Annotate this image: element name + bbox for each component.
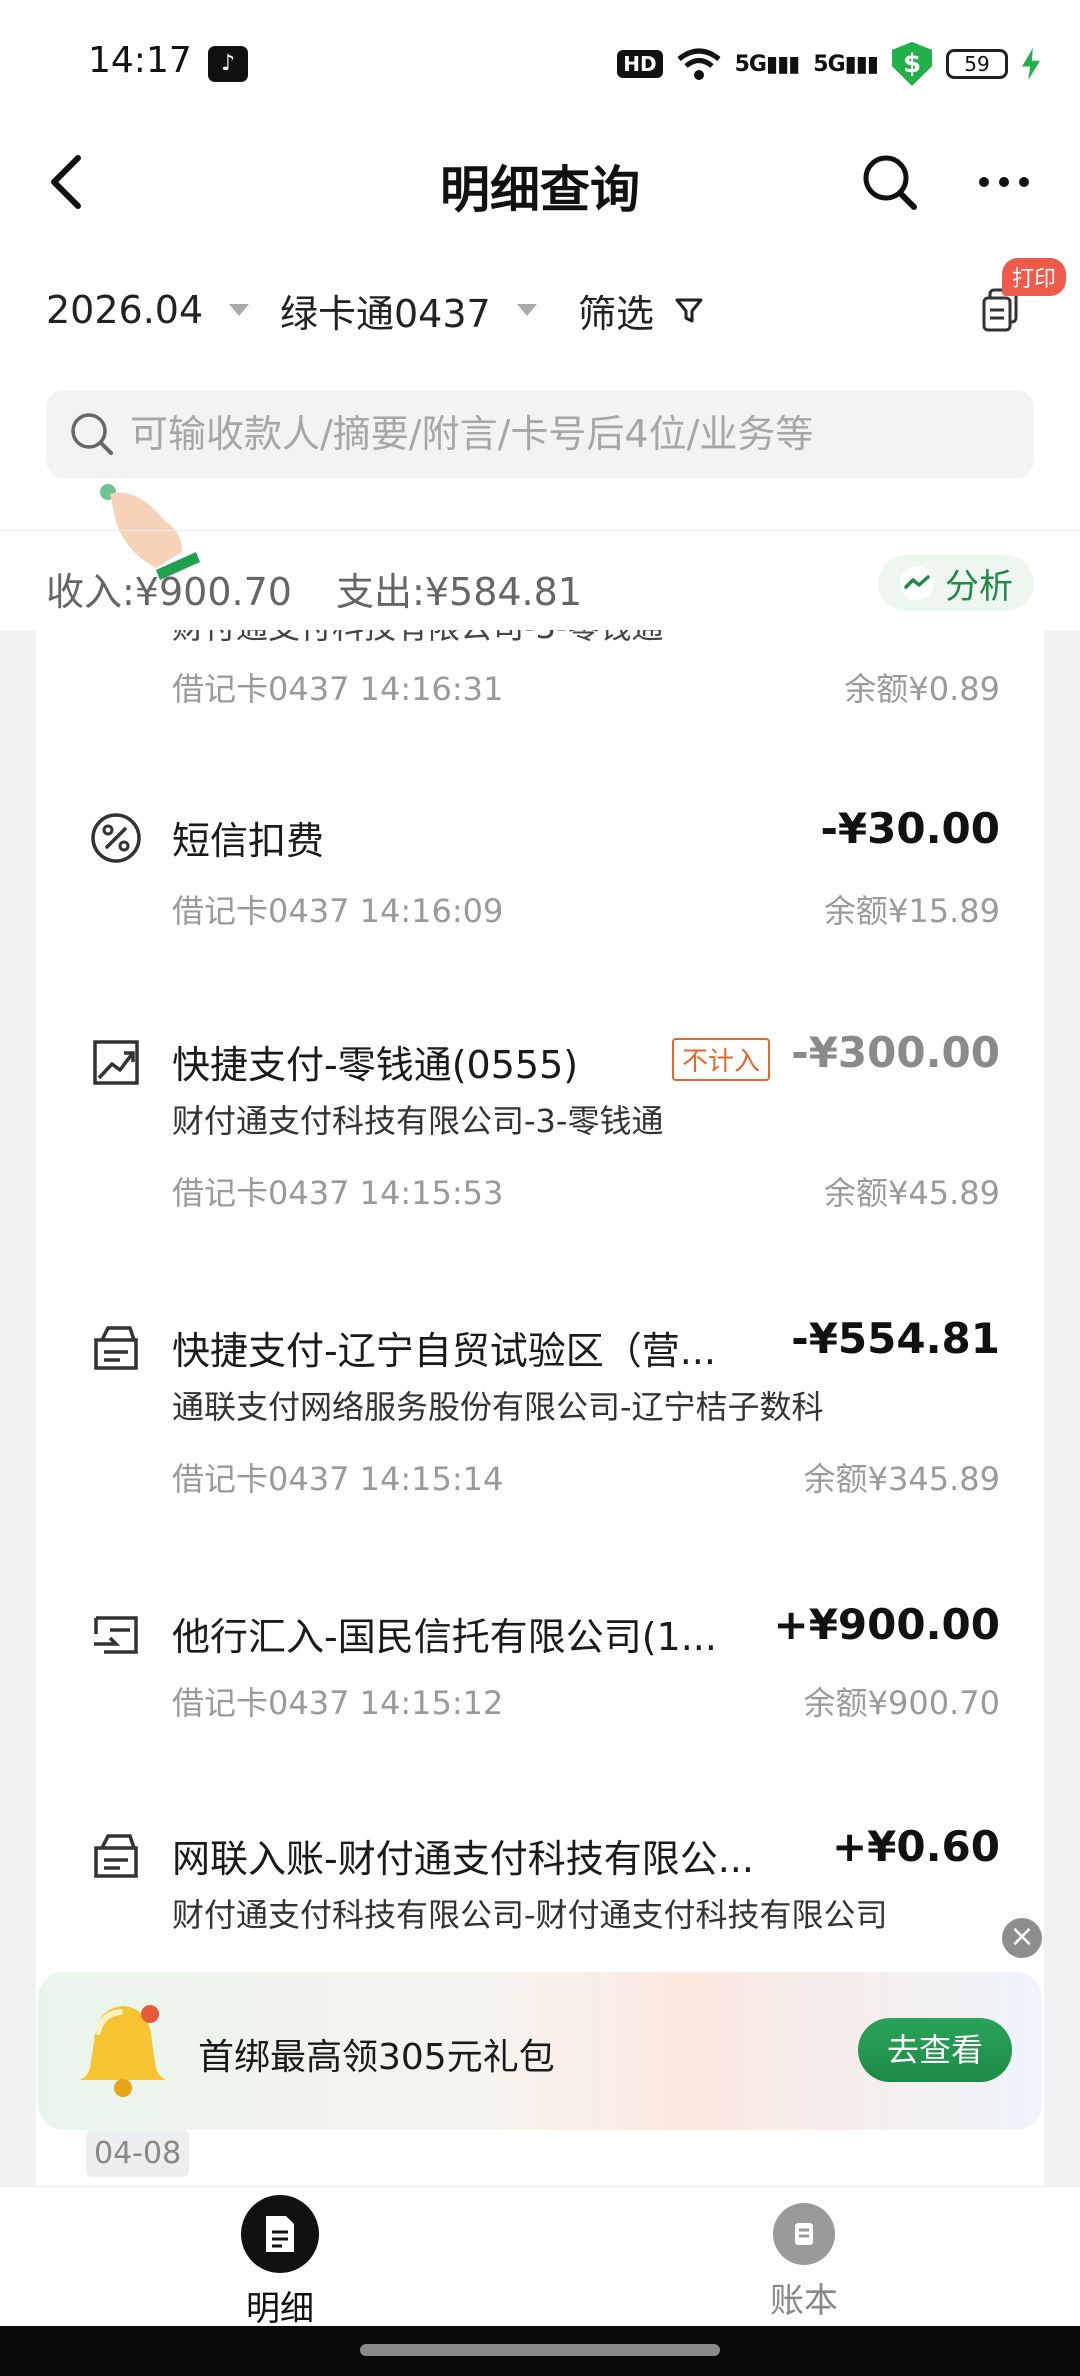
transaction-meta: 借记卡0437 14:15:14	[172, 1460, 504, 1498]
filter-button[interactable]: 筛选	[578, 270, 704, 350]
transaction-balance: 余额¥0.89	[844, 670, 1000, 708]
transaction-amount: -¥554.81	[791, 1314, 1000, 1363]
account-selector[interactable]: 绿卡通0437	[280, 270, 537, 350]
account-label: 绿卡通0437	[280, 291, 491, 336]
expense-total: 支出:¥584.81	[336, 570, 582, 614]
signal-icon-1: 5G▮▮▮	[734, 51, 801, 77]
month-label: 2026.04	[46, 288, 204, 332]
shield-icon: $	[892, 42, 932, 86]
transaction-title: 快捷支付-零钱通(0555)	[172, 1043, 579, 1087]
analysis-button[interactable]: 分析	[878, 555, 1034, 611]
tab-ledger-label: 账本	[770, 2281, 838, 2321]
transaction-amount: +¥0.60	[831, 1822, 1000, 1871]
transfer-in-icon	[94, 1616, 138, 1654]
header: 明细查询 2026.04 绿卡通0437 筛选 打印 可输收款人/摘要/附言/卡…	[0, 120, 1080, 630]
bottom-nav: 明细 账本	[0, 2186, 1080, 2329]
search-icon	[71, 413, 113, 455]
promo-banner[interactable]: 首绑最高领305元礼包 去查看	[38, 1972, 1042, 2130]
tab-detail[interactable]: 明细	[180, 2187, 380, 2329]
search-icon[interactable]	[860, 150, 920, 214]
register-icon	[94, 1326, 138, 1370]
status-bar: 14:17 ♪ HD 5G▮▮▮ 5G▮▮▮ $ 59	[0, 0, 1080, 120]
signal-icon-2: 5G▮▮▮	[813, 51, 879, 77]
transaction-amount: -¥300.00	[791, 1028, 1000, 1077]
date-header: 04-08	[86, 2130, 190, 2177]
bolt-icon	[1022, 48, 1040, 80]
transaction-amount: -¥30.00	[820, 804, 1000, 853]
transaction-meta: 借记卡0437 14:15:53	[172, 1174, 504, 1212]
transaction-counterparty: 财付通支付科技有限公司-3-零钱通	[172, 1102, 664, 1140]
trend-chart-icon	[93, 1040, 139, 1085]
filter-row: 2026.04 绿卡通0437 筛选 打印	[0, 258, 1080, 580]
status-icons: HD 5G▮▮▮ 5G▮▮▮ $ 59	[617, 42, 1040, 86]
transaction-list: 财付通支付科技有限公司-3-零钱通 借记卡0437 14:16:31 余额¥0.…	[36, 630, 1044, 2190]
transaction-amount: +¥900.00	[773, 1600, 1001, 1649]
filter-label: 筛选	[578, 291, 655, 336]
transaction-balance: 余额¥15.89	[824, 892, 1000, 930]
search-bar[interactable]	[46, 390, 1034, 478]
document-icon	[241, 2195, 319, 2273]
chevron-down-icon	[516, 304, 537, 316]
tab-detail-label: 明细	[246, 2289, 314, 2329]
month-selector[interactable]: 2026.04	[46, 270, 250, 350]
tab-ledger[interactable]: 账本	[704, 2187, 904, 2327]
transaction-title: 快捷支付-辽宁自贸试验区（营...	[172, 1329, 716, 1373]
more-options-icon[interactable]	[976, 150, 1032, 214]
transaction-balance: 余额¥45.89	[824, 1174, 1000, 1212]
status-time: 14:17	[88, 40, 192, 81]
close-promo-button[interactable]: ×	[1002, 1918, 1042, 1958]
transaction-counterparty: 财付通支付科技有限公司-3-零钱通	[172, 630, 663, 648]
transaction-title: 他行汇入-国民信托有限公司(1...	[172, 1615, 717, 1659]
transaction-meta: 借记卡0437 14:15:12	[172, 1684, 504, 1722]
trend-line-icon	[900, 566, 934, 600]
chevron-down-icon	[229, 304, 250, 316]
home-indicator[interactable]	[360, 2344, 720, 2356]
income-total: 收入:¥900.70	[46, 570, 292, 614]
register-icon	[94, 1834, 138, 1878]
transaction-title: 短信扣费	[172, 819, 325, 863]
analysis-label: 分析	[945, 566, 1013, 607]
transaction-title: 网联入账-财付通支付科技有限公...	[172, 1837, 754, 1881]
promo-text: 首绑最高领305元礼包	[198, 2037, 555, 2078]
transaction-balance: 余额¥345.89	[803, 1460, 1000, 1498]
transaction-meta: 借记卡0437 14:16:09	[172, 892, 504, 930]
bell-icon	[80, 2005, 166, 2097]
ledger-icon	[773, 2203, 835, 2265]
transaction-counterparty: 通联支付网络服务股份有限公司-辽宁桔子数科	[172, 1388, 824, 1426]
wifi-icon	[677, 48, 721, 80]
tiktok-icon: ♪	[208, 46, 248, 82]
transaction-balance: 余额¥900.70	[803, 1684, 1000, 1722]
search-input[interactable]	[130, 412, 990, 456]
promo-view-button[interactable]: 去查看	[858, 2018, 1012, 2082]
hd-badge: HD	[617, 50, 663, 78]
print-badge: 打印	[1002, 258, 1067, 296]
battery-icon: 59	[946, 49, 1008, 79]
exclude-tag: 不计入	[672, 1038, 771, 1081]
summary-text: 收入:¥900.70 支出:¥584.81	[46, 561, 614, 616]
percent-icon	[91, 813, 141, 863]
summary-row: 收入:¥900.70 支出:¥584.81 分析	[0, 530, 1080, 630]
funnel-icon	[675, 298, 703, 323]
transaction-counterparty: 财付通支付科技有限公司-财付通支付科技有限公司	[172, 1896, 888, 1934]
transaction-meta: 借记卡0437 14:16:31	[172, 670, 504, 708]
